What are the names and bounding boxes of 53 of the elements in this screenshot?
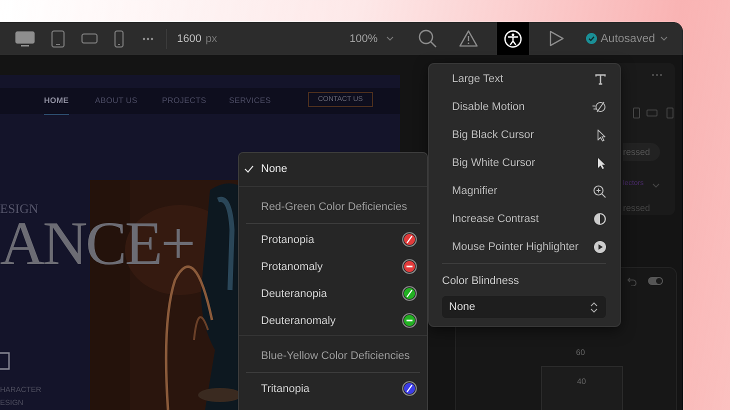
menu-item[interactable]: Disable Motion	[442, 93, 606, 121]
menu-item[interactable]: Mouse Pointer Highlighter	[442, 233, 606, 261]
menu-item-label: Large Text	[452, 73, 504, 85]
menu-item[interactable]: Big White Cursor	[442, 149, 606, 177]
undo-icon[interactable]	[627, 276, 637, 286]
menu-item-label: Disable Motion	[452, 101, 525, 113]
cursor-outline-icon	[597, 128, 606, 142]
menu-option[interactable]: Deuteranopia	[239, 280, 427, 307]
menu-item[interactable]: Large Text	[442, 65, 606, 93]
text-icon	[595, 74, 606, 84]
menu-option[interactable]: None	[239, 153, 427, 185]
menu-item[interactable]: Magnifier	[442, 177, 606, 205]
more-icon[interactable]	[651, 73, 663, 77]
pointer-highlight-icon	[594, 241, 606, 253]
menu-option[interactable]: Tritanopia	[239, 375, 427, 402]
group-heading: Red-Green Color Deficiencies	[260, 200, 408, 214]
autosaved-status[interactable]: Autosaved	[600, 32, 655, 44]
cursor-icon	[597, 156, 606, 170]
menu-item-label: Magnifier	[452, 185, 498, 197]
menu-option[interactable]: Deuteranomaly	[239, 307, 427, 334]
menu-item-label: Big White Cursor	[452, 157, 536, 169]
check-icon	[244, 165, 254, 173]
contrast-icon	[594, 213, 606, 225]
tablet-icon[interactable]	[51, 30, 65, 48]
menu-option[interactable]: Protanomaly	[239, 253, 427, 280]
accessibility-icon[interactable]	[496, 22, 529, 55]
chevron-down-icon[interactable]	[386, 36, 394, 41]
menu-item-label: Big Black Cursor	[452, 129, 534, 141]
desktop-icon[interactable]	[15, 30, 35, 46]
chevron-down-icon[interactable]	[660, 36, 668, 41]
phone-icon[interactable]	[114, 30, 124, 48]
menu-item[interactable]: Increase Contrast	[442, 205, 606, 233]
color-blindness-label: Color Blindness	[442, 275, 520, 287]
toggle-switch[interactable]	[648, 277, 663, 285]
up-down-chevron-icon	[590, 302, 598, 312]
landscape-tablet-icon[interactable]	[81, 33, 98, 44]
device-icons-drawing	[633, 107, 675, 119]
zoom-in-icon	[593, 184, 606, 198]
group-heading: Blue-Yellow Color Deficiencies	[260, 348, 411, 364]
menu-item[interactable]: Big Black Cursor	[442, 121, 606, 149]
zoom-value[interactable]: 100%	[350, 32, 378, 44]
menu-option[interactable]: Protanopia	[239, 226, 427, 253]
chevron-down-icon[interactable]	[652, 183, 660, 188]
color-blindness-select[interactable]: None	[442, 296, 606, 318]
nav-link[interactable]: HOME	[44, 96, 69, 115]
bracket-icon	[0, 352, 10, 370]
menu-item-label: Increase Contrast	[452, 213, 539, 225]
menu-item-label: Mouse Pointer Highlighter	[452, 241, 579, 253]
canvas-width-value[interactable]: 1600	[177, 32, 202, 44]
motion-off-icon	[592, 101, 606, 113]
check-circle-icon	[586, 33, 597, 44]
more-icon[interactable]	[142, 36, 154, 40]
canvas-width-unit: px	[205, 32, 218, 44]
